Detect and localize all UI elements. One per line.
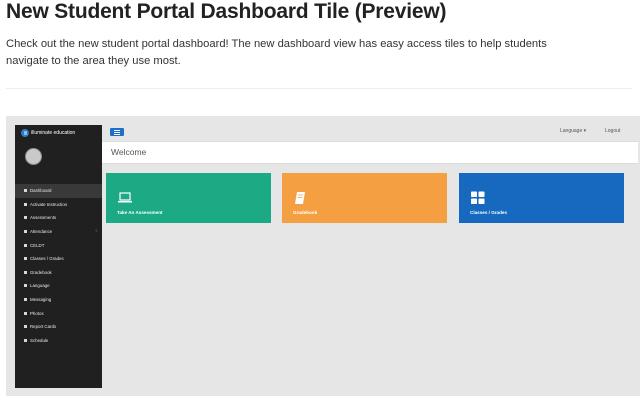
language-menu[interactable]: Language ▾: [560, 128, 586, 134]
sidebar-item-language[interactable]: Language: [15, 279, 102, 293]
portal-sidebar: illuminate education Dashboard Activate …: [15, 125, 102, 388]
sidebar-item-label: Schedule: [30, 337, 49, 343]
sidebar-item-label: Gradebook: [30, 269, 52, 275]
home-icon: [24, 189, 27, 193]
report-icon: [24, 325, 27, 329]
sidebar-item-label: Attendance: [30, 229, 53, 235]
tile-classes-grades[interactable]: Classes / Grades: [459, 173, 624, 223]
menu-toggle-button[interactable]: [110, 128, 124, 136]
book-icon: [295, 192, 305, 204]
hamburger-icon: [114, 131, 120, 133]
calendar-icon: [24, 338, 27, 342]
hamburger-icon: [114, 133, 120, 135]
sidebar-item-label: Classes / Grades: [30, 256, 64, 262]
divider: [6, 88, 632, 89]
sidebar-item-label: Language: [30, 283, 50, 289]
grid-icon: [471, 191, 485, 204]
photo-icon: [24, 311, 27, 315]
laptop-icon: [24, 216, 27, 220]
grid-icon: [24, 257, 27, 261]
sidebar-item-assessments[interactable]: Assessments: [15, 211, 102, 225]
welcome-text: Welcome: [111, 147, 147, 157]
sidebar-item-label: Assessments: [30, 215, 57, 221]
tile-take-an-assessment[interactable]: Take An Assessment: [106, 173, 271, 223]
sidebar-item-schedule[interactable]: Schedule: [15, 334, 102, 348]
sidebar-item-label: CELDT: [30, 242, 45, 248]
portal-topbar: Language ▾ Logout: [102, 125, 640, 139]
sidebar-item-label: Activate Instruction: [30, 201, 68, 207]
logout-link[interactable]: Logout: [605, 128, 620, 134]
sidebar-item-attendance[interactable]: Attendance ‹: [15, 225, 102, 239]
sidebar-item-label: Report Cards: [30, 324, 57, 330]
globe-icon: [24, 284, 27, 288]
welcome-bar: Welcome: [102, 141, 638, 164]
sidebar-item-label: Dashboard: [30, 188, 52, 194]
check-icon: [24, 230, 27, 234]
gradebook-icon: [24, 270, 27, 274]
sidebar-item-label: Messaging: [30, 297, 52, 303]
logo-icon: [21, 128, 29, 137]
logo-text: illuminate education: [31, 129, 76, 136]
avatar[interactable]: [25, 148, 42, 165]
intro-text: Check out the new student portal dashboa…: [6, 38, 547, 67]
book-icon: [24, 243, 27, 247]
sidebar-item-label: Photos: [30, 310, 44, 316]
sidebar-item-activate-instruction[interactable]: Activate Instruction: [15, 198, 102, 212]
portal-preview-screenshot: illuminate education Dashboard Activate …: [6, 116, 640, 396]
tile-label: Take An Assessment: [117, 210, 163, 215]
hamburger-icon: [114, 129, 120, 131]
sidebar-item-dashboard[interactable]: Dashboard: [15, 184, 102, 198]
tile-gradebook[interactable]: Gradebook: [282, 173, 447, 223]
illuminate-logo: illuminate education: [21, 128, 75, 137]
sidebar-item-photos[interactable]: Photos: [15, 306, 102, 320]
sidebar-item-classes-grades[interactable]: Classes / Grades: [15, 252, 102, 266]
page-title: New Student Portal Dashboard Tile (Previ…: [6, 0, 447, 23]
sidebar-nav: Dashboard Activate Instruction Assessmen…: [15, 184, 102, 347]
laptop-icon: [118, 192, 132, 203]
sidebar-item-celdt[interactable]: CELDT: [15, 238, 102, 252]
bookmark-icon: [24, 202, 27, 206]
sidebar-item-gradebook[interactable]: Gradebook: [15, 266, 102, 280]
chat-icon: [24, 298, 27, 302]
sidebar-item-report-cards[interactable]: Report Cards: [15, 320, 102, 334]
chevron-left-icon: ‹: [95, 227, 97, 234]
sidebar-item-messaging[interactable]: Messaging: [15, 293, 102, 307]
tile-label: Classes / Grades: [470, 210, 508, 215]
tile-label: Gradebook: [293, 210, 318, 215]
